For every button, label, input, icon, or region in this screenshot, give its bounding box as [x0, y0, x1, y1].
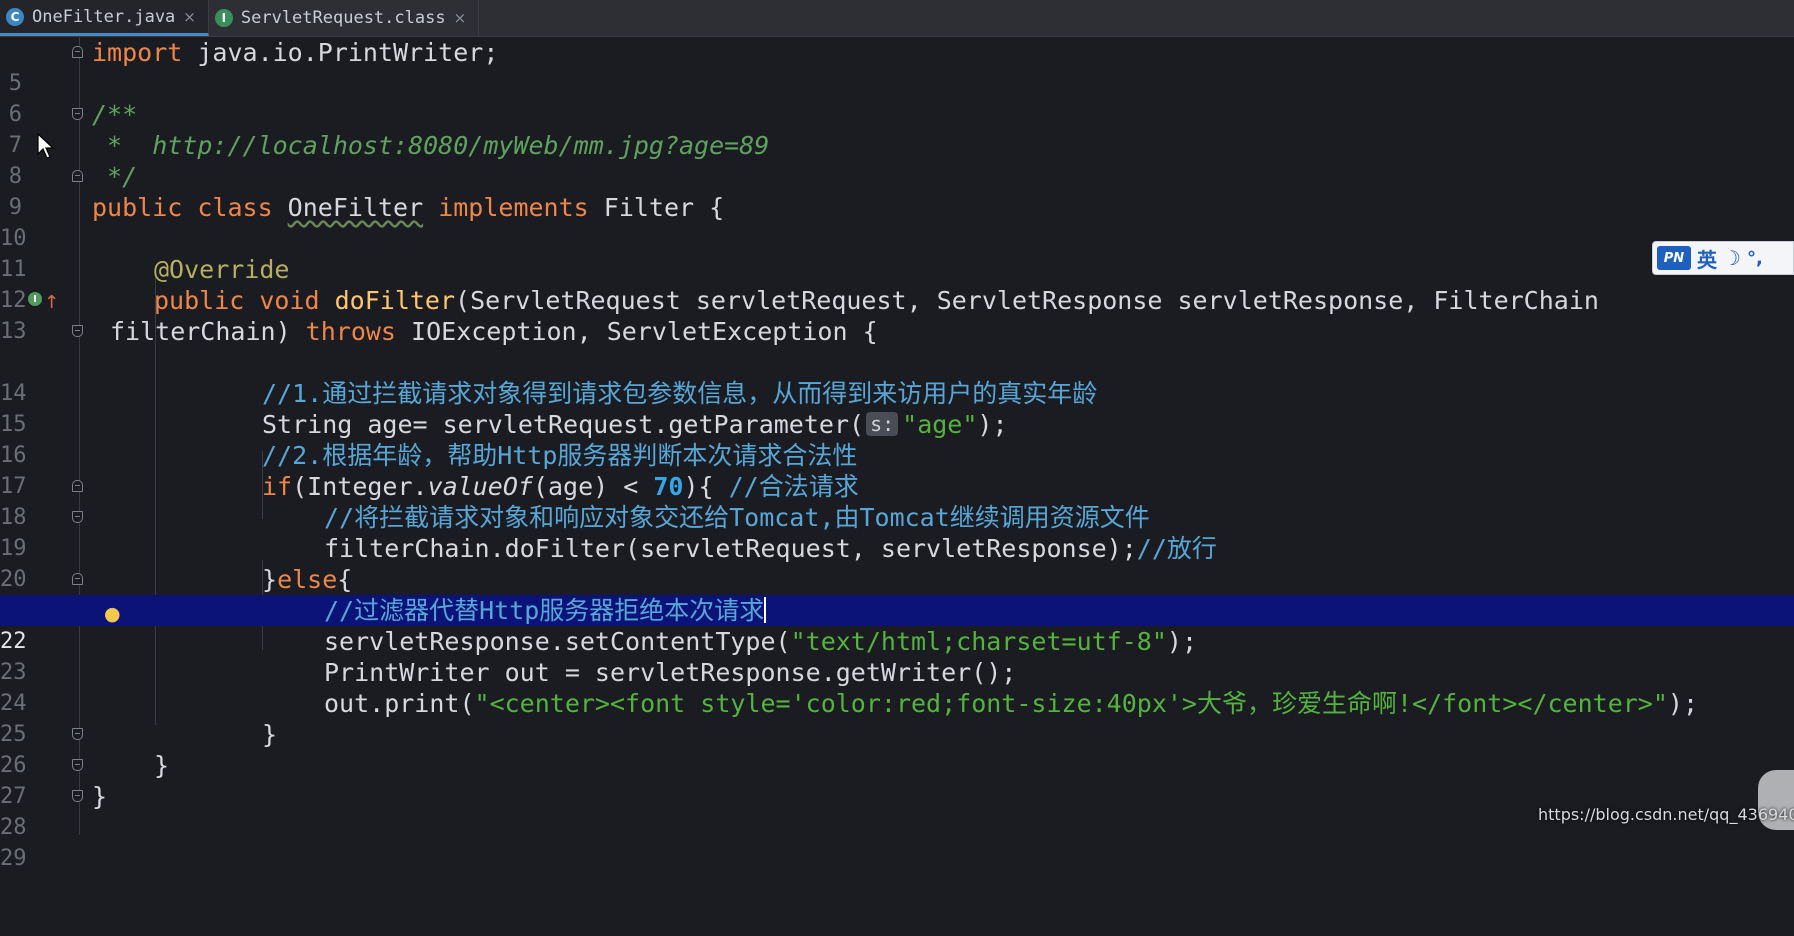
code-text: public class OneFilter implements Filter… [92, 193, 725, 222]
code-text: public void doFilter(ServletRequest serv… [154, 286, 1599, 315]
text-caret [764, 597, 767, 623]
code-line[interactable]: 16 String age= servletRequest.getParamet… [0, 409, 1794, 468]
code-text: servletResponse.setContentType("text/htm… [324, 627, 1197, 656]
code-line[interactable]: 14 [0, 347, 1794, 406]
code-text: }else{ [262, 565, 353, 594]
code-line[interactable]: 25 out.print("<center><font style='color… [0, 688, 1794, 747]
fold-toggle[interactable] [72, 511, 83, 523]
editor-tab-bar: C OneFilter.java × I ServletRequest.clas… [0, 0, 1794, 37]
code-text: } [262, 720, 278, 749]
code-editor[interactable]: 5 import java.io.PrintWriter; 6 7 /** 8 … [0, 37, 1794, 871]
code-line[interactable]: 5 import java.io.PrintWriter; [0, 37, 1794, 96]
interface-class-icon: I [214, 9, 233, 27]
code-text: if(Integer.valueOf(age) < 70){ //合法请求 [262, 472, 859, 501]
fold-toggle[interactable] [72, 170, 83, 182]
code-line[interactable]: 23 servletResponse.setContentType("text/… [0, 626, 1794, 685]
code-text: } [154, 751, 170, 780]
code-text: out.print("<center><font style='color:re… [324, 689, 1699, 718]
code-line[interactable]: 13 I ↑ public void doFilter(ServletReque… [0, 285, 1794, 344]
code-text: filterChain.doFilter(servletRequest, ser… [324, 534, 1217, 563]
code-line[interactable]: 8 * http://localhost:8080/myWeb/mm.jpg?a… [0, 130, 1794, 189]
line-number: 29 [0, 846, 27, 871]
code-text: } [92, 782, 108, 811]
code-line[interactable]: 19 //将拦截请求对象和响应对象交还给Tomcat,由Tomcat继续调用资源… [0, 502, 1794, 561]
fold-toggle[interactable] [72, 573, 83, 585]
code-text: import java.io.PrintWriter; [92, 38, 499, 67]
code-text: //1.通过拦截请求对象得到请求包参数信息，从而得到来访用户的真实年龄 [262, 379, 1098, 408]
code-text: filterChain) throws IOException, Servlet… [110, 317, 878, 346]
ime-logo: PN [1657, 246, 1691, 270]
code-line[interactable]: 12 @Override [0, 254, 1794, 313]
close-icon[interactable]: × [183, 8, 196, 26]
code-text: //过滤器代替Http服务器拒绝本次请求 [324, 596, 767, 625]
ime-punctuation-toggle[interactable]: °, [1747, 248, 1763, 269]
code-line[interactable]: 6 [0, 68, 1794, 127]
code-line[interactable]: 18 if(Integer.valueOf(age) < 70){ //合法请求 [0, 471, 1794, 530]
ime-language-toggle[interactable]: 英 [1697, 244, 1717, 273]
fold-toggle[interactable] [72, 480, 83, 492]
input-method-toolbar[interactable]: PN 英 ☽ °, [1652, 241, 1794, 275]
fold-toggle[interactable] [72, 728, 83, 740]
watermark: https://blog.csdn.net/qq_43694085 [1538, 805, 1794, 824]
code-line[interactable]: 20 filterChain.doFilter(servletRequest, … [0, 533, 1794, 592]
code-line-current[interactable]: 22 ● //过滤器代替Http服务器拒绝本次请求 [0, 595, 1794, 654]
code-line[interactable]: 17 //2.根据年龄，帮助Http服务器判断本次请求合法性 [0, 440, 1794, 499]
tab-label: OneFilter.java [32, 6, 176, 27]
tab-onefilter-java[interactable]: C OneFilter.java × [0, 0, 209, 36]
code-line[interactable]: 24 PrintWriter out = servletResponse.get… [0, 657, 1794, 716]
fold-toggle[interactable] [72, 325, 83, 337]
tab-label: ServletRequest.class [240, 8, 446, 28]
fold-toggle[interactable] [72, 759, 83, 771]
code-line[interactable]: 15 //1.通过拦截请求对象得到请求包参数信息，从而得到来访用户的真实年龄 [0, 378, 1794, 437]
code-text: * http://localhost:8080/myWeb/mm.jpg?age… [92, 131, 770, 160]
parameter-hint: s: [866, 412, 899, 436]
code-text: PrintWriter out = servletResponse.getWri… [324, 658, 1017, 687]
code-line[interactable]: 27 } [0, 750, 1794, 809]
fold-toggle[interactable] [72, 46, 83, 58]
code-line[interactable]: 7 /** [0, 99, 1794, 158]
code-text: /** [92, 100, 138, 129]
code-line-wrap[interactable]: filterChain) throws IOException, Servlet… [0, 316, 1794, 347]
code-text: */ [92, 162, 138, 191]
code-line[interactable]: 10 public class OneFilter implements Fil… [0, 192, 1794, 251]
code-text: //2.根据年龄，帮助Http服务器判断本次请求合法性 [262, 441, 858, 470]
implements-method-icon[interactable]: I [28, 292, 42, 306]
mouse-pointer-icon [37, 132, 55, 159]
code-text: //将拦截请求对象和响应对象交还给Tomcat,由Tomcat继续调用资源文件 [324, 503, 1150, 532]
code-line[interactable]: 9 */ [0, 161, 1794, 220]
code-line[interactable]: 26 } [0, 719, 1794, 778]
code-text: String age= servletRequest.getParameter(… [262, 410, 1008, 439]
moon-icon[interactable]: ☽ [1723, 246, 1741, 270]
code-line[interactable]: 11 [0, 223, 1794, 282]
code-line[interactable]: 21 }else{ [0, 564, 1794, 623]
java-class-icon: C [6, 7, 24, 26]
arrow-up-icon[interactable]: ↑ [44, 287, 59, 318]
fold-toggle[interactable] [72, 108, 83, 120]
tab-servletrequest-class[interactable]: I ServletRequest.class × [209, 0, 480, 36]
code-line[interactable]: 28 } [0, 781, 1794, 840]
close-icon[interactable]: × [454, 9, 467, 27]
code-text: @Override [154, 255, 290, 284]
fold-toggle[interactable] [72, 790, 83, 802]
code-line[interactable]: 29 [0, 812, 1794, 871]
